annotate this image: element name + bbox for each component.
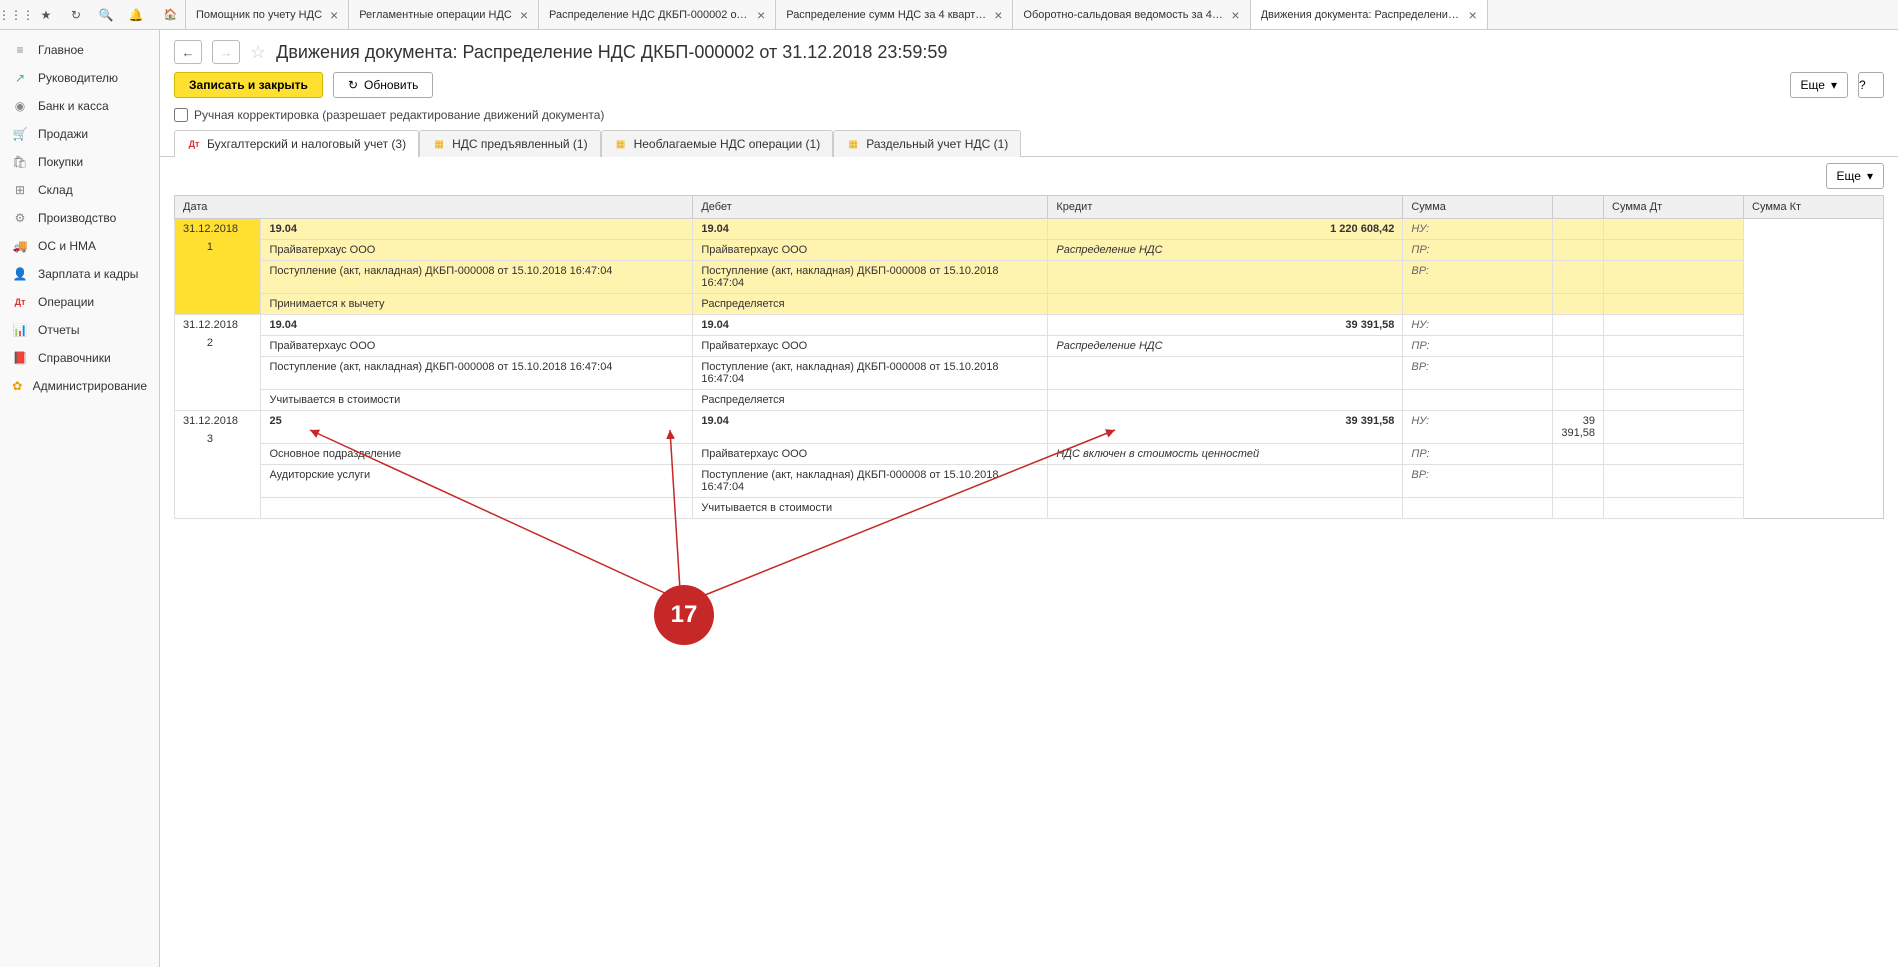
postings-table: Дата Дебет Кредит Сумма Сумма Дт Сумма К… [174, 195, 1884, 519]
sidebar-item-reports[interactable]: 📊Отчеты [0, 316, 159, 344]
chevron-down-icon: ▾ [1867, 169, 1873, 183]
apps-icon[interactable]: ⋮⋮⋮ [6, 5, 26, 25]
sidebar-item-assets[interactable]: 🚚ОС и НМА [0, 232, 159, 260]
top-toolbar: ⋮⋮⋮ ★ ↻ 🔍 🔔 🏠 Помощник по учету НДС× Рег… [0, 0, 1898, 30]
sidebar-item-main[interactable]: ≡Главное [0, 36, 159, 64]
help-button[interactable]: ? [1858, 72, 1884, 98]
table-row[interactable]: Поступление (акт, накладная) ДКБП-000008… [175, 357, 1884, 390]
history-icon[interactable]: ↻ [66, 5, 86, 25]
inner-tabs: ДтБухгалтерский и налоговый учет (3) ▦НД… [160, 130, 1898, 157]
bag-icon: 🛍 [12, 154, 28, 170]
inner-tab-accounting[interactable]: ДтБухгалтерский и налоговый учет (3) [174, 130, 419, 157]
register-icon: ▦ [846, 137, 860, 151]
tab-4[interactable]: Оборотно-сальдовая ведомость за 4 кварта… [1013, 0, 1250, 29]
close-icon[interactable]: × [1469, 7, 1477, 23]
coin-icon: ◉ [12, 98, 28, 114]
sidebar-item-operations[interactable]: ДтОперации [0, 288, 159, 316]
close-icon[interactable]: × [1231, 7, 1239, 23]
table-row[interactable]: Аудиторские услуги Поступление (акт, нак… [175, 465, 1884, 498]
cog-icon: ✿ [12, 378, 23, 394]
tab-5[interactable]: Движения документа: Распределение НДС ..… [1251, 0, 1488, 29]
inner-tab-vat-charged[interactable]: ▦НДС предъявленный (1) [419, 130, 600, 157]
tab-home[interactable]: 🏠 [156, 0, 186, 29]
refresh-button[interactable]: ↻Обновить [333, 72, 433, 98]
table-row[interactable]: Поступление (акт, накладная) ДКБП-000008… [175, 261, 1884, 294]
back-button[interactable]: ← [174, 40, 202, 64]
inner-tab-vat-free[interactable]: ▦Необлагаемые НДС операции (1) [601, 130, 834, 157]
bars-icon: 📊 [12, 322, 28, 338]
tab-2[interactable]: Распределение НДС ДКБП-000002 от 31.12..… [539, 0, 776, 29]
save-close-button[interactable]: Записать и закрыть [174, 72, 323, 98]
sidebar-item-manager[interactable]: ↗Руководителю [0, 64, 159, 92]
chevron-down-icon: ▾ [1831, 78, 1837, 92]
register-icon: ▦ [614, 137, 628, 151]
tab-1[interactable]: Регламентные операции НДС× [349, 0, 539, 29]
person-icon: 👤 [12, 266, 28, 282]
refresh-icon: ↻ [348, 78, 358, 92]
cart-icon: 🛒 [12, 126, 28, 142]
book-icon: 📕 [12, 350, 28, 366]
close-icon[interactable]: × [520, 7, 528, 23]
tab-3[interactable]: Распределение сумм НДС за 4 квартал 201.… [776, 0, 1013, 29]
sidebar: ≡Главное ↗Руководителю ◉Банк и касса 🛒Пр… [0, 30, 160, 967]
close-icon[interactable]: × [994, 7, 1002, 23]
close-icon[interactable]: × [757, 7, 765, 23]
col-sdt[interactable]: Сумма Дт [1604, 196, 1744, 219]
tabs-bar: 🏠 Помощник по учету НДС× Регламентные оп… [156, 0, 1892, 29]
bell-icon[interactable]: 🔔 [126, 5, 146, 25]
sidebar-item-refs[interactable]: 📕Справочники [0, 344, 159, 372]
table-row[interactable]: Принимается к вычету Распределяется [175, 294, 1884, 315]
table-row[interactable]: 31.12.20181 19.04 19.04 1 220 608,42 НУ: [175, 219, 1884, 240]
star-icon[interactable]: ★ [36, 5, 56, 25]
dt-icon: Дт [12, 294, 28, 310]
register-icon: ▦ [432, 137, 446, 151]
col-date[interactable]: Дата [175, 196, 693, 219]
annotation-badge: 17 [654, 585, 714, 645]
table-row[interactable]: Учитывается в стоимости Распределяется [175, 390, 1884, 411]
col-sum[interactable]: Сумма [1403, 196, 1553, 219]
dt-icon: Дт [187, 137, 201, 151]
sidebar-item-bank[interactable]: ◉Банк и касса [0, 92, 159, 120]
table-row[interactable]: 31.12.20183 25 19.04 39 391,58 НУ: 39 39… [175, 411, 1884, 444]
sidebar-item-purchases[interactable]: 🛍Покупки [0, 148, 159, 176]
favorite-icon[interactable]: ☆ [250, 42, 266, 63]
sidebar-item-hr[interactable]: 👤Зарплата и кадры [0, 260, 159, 288]
grid-icon: ⊞ [12, 182, 28, 198]
manual-edit-checkbox[interactable] [174, 108, 188, 122]
sidebar-item-admin[interactable]: ✿Администрирование [0, 372, 159, 400]
table-row[interactable]: Прайватерхаус ООО Прайватерхаус ООО Расп… [175, 336, 1884, 357]
col-tag[interactable] [1553, 196, 1604, 219]
table-row[interactable]: 31.12.20182 19.04 19.04 39 391,58 НУ: [175, 315, 1884, 336]
grid-more-button[interactable]: Еще ▾ [1826, 163, 1884, 189]
table-row[interactable]: Учитывается в стоимости [175, 498, 1884, 519]
search-icon[interactable]: 🔍 [96, 5, 116, 25]
page-title: Движения документа: Распределение НДС ДК… [276, 42, 947, 63]
table-row[interactable]: Прайватерхаус ООО Прайватерхаус ООО Расп… [175, 240, 1884, 261]
sidebar-item-sales[interactable]: 🛒Продажи [0, 120, 159, 148]
col-debit[interactable]: Дебет [693, 196, 1048, 219]
truck-icon: 🚚 [12, 238, 28, 254]
home-icon: 🏠 [164, 8, 178, 21]
forward-button[interactable]: → [212, 40, 240, 64]
sidebar-item-warehouse[interactable]: ⊞Склад [0, 176, 159, 204]
gear-icon: ⚙ [12, 210, 28, 226]
tab-0[interactable]: Помощник по учету НДС× [186, 0, 349, 29]
table-row[interactable]: Основное подразделение Прайватерхаус ООО… [175, 444, 1884, 465]
close-icon[interactable]: × [330, 7, 338, 23]
col-credit[interactable]: Кредит [1048, 196, 1403, 219]
menu-icon: ≡ [12, 42, 28, 58]
main-content: ← → ☆ Движения документа: Распределение … [160, 30, 1898, 967]
col-skt[interactable]: Сумма Кт [1744, 196, 1884, 219]
sidebar-item-production[interactable]: ⚙Производство [0, 204, 159, 232]
more-button[interactable]: Еще ▾ [1790, 72, 1848, 98]
chart-icon: ↗ [12, 70, 28, 86]
inner-tab-vat-split[interactable]: ▦Раздельный учет НДС (1) [833, 130, 1021, 157]
manual-edit-label: Ручная корректировка (разрешает редактир… [194, 108, 604, 122]
